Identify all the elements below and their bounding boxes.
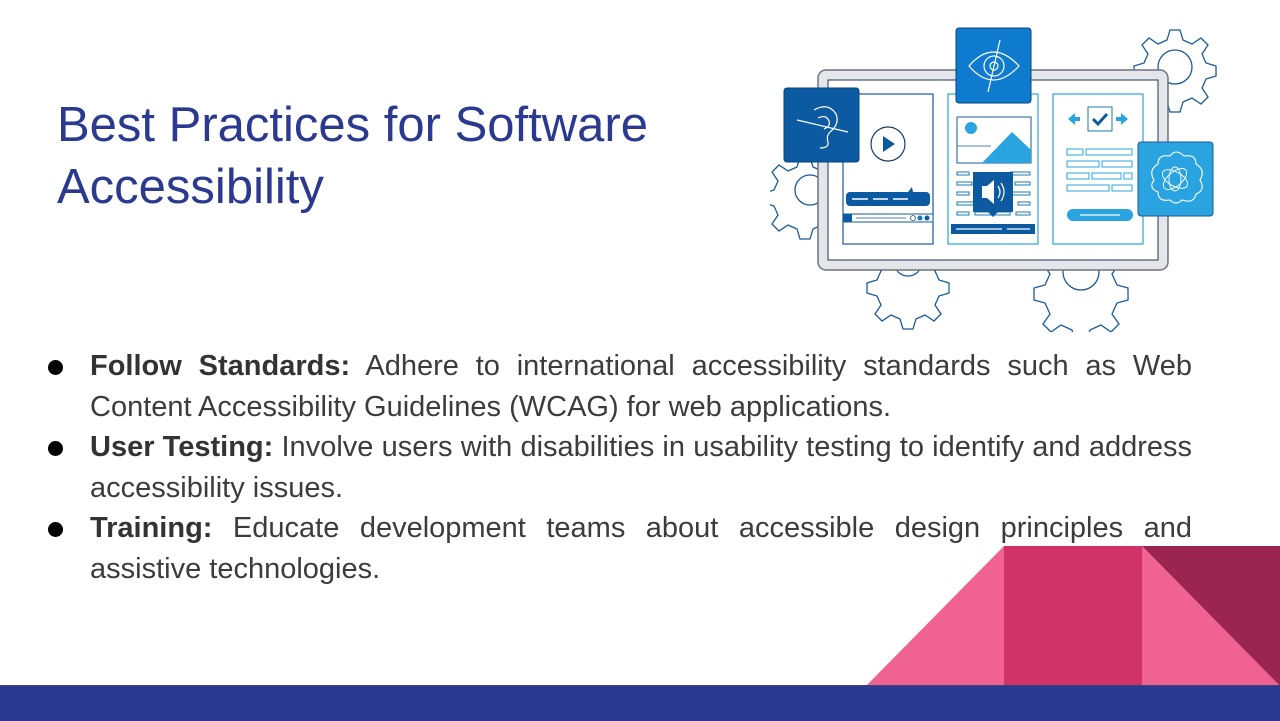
bullet-term: User Testing: bbox=[90, 431, 274, 463]
bullet-dot bbox=[48, 441, 63, 456]
bullet-item-user-testing: User Testing: Involve users with disabil… bbox=[48, 427, 1192, 508]
bullet-text: Educate development teams about accessib… bbox=[90, 512, 1192, 585]
form-panel bbox=[1052, 93, 1144, 245]
bullet-item-follow-standards: Follow Standards: Adhere to internationa… bbox=[48, 346, 1192, 427]
checkbox-icon bbox=[1087, 106, 1113, 132]
accessibility-illustration bbox=[770, 27, 1217, 332]
bullet-item-training: Training: Educate development teams abou… bbox=[48, 508, 1192, 589]
vision-impaired-icon bbox=[955, 27, 1032, 104]
slide-title: Best Practices for Software Accessibilit… bbox=[57, 98, 648, 214]
bullet-list: Follow Standards: Adhere to internationa… bbox=[48, 346, 1192, 589]
bullet-term: Training: bbox=[90, 512, 213, 544]
bullet-dot bbox=[48, 360, 63, 375]
hearing-impaired-icon bbox=[783, 87, 860, 163]
cognitive-brain-icon bbox=[1137, 141, 1214, 217]
bullet-dot bbox=[48, 522, 63, 537]
footer-bar bbox=[0, 685, 1280, 721]
content-panel bbox=[947, 93, 1039, 245]
bullet-term: Follow Standards: bbox=[90, 350, 351, 382]
